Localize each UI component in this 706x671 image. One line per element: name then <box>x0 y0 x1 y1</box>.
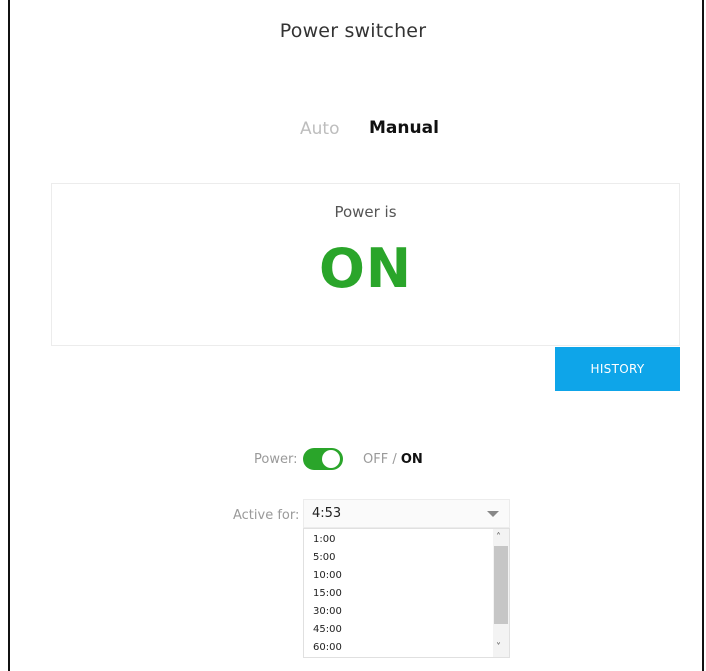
on-text: ON <box>400 452 423 467</box>
active-for-options-list[interactable]: 1:00 5:00 10:00 15:00 30:00 45:00 60:00 <box>303 528 510 658</box>
history-button[interactable]: HISTORY <box>555 347 680 391</box>
options-scrollbar-thumb[interactable] <box>494 546 508 624</box>
state-separator: / <box>388 452 401 467</box>
active-for-label: Active for: <box>233 508 300 523</box>
off-text: OFF <box>363 452 389 467</box>
active-for-value: 4:53 <box>312 506 342 521</box>
power-status-value: ON <box>318 237 413 300</box>
option-2[interactable]: 5:00 <box>313 552 335 563</box>
option-1[interactable]: 1:00 <box>313 534 335 545</box>
power-state-text: OFF / ON <box>363 452 423 467</box>
option-6[interactable]: 45:00 <box>313 624 342 635</box>
option-7[interactable]: 60:00 <box>313 642 342 653</box>
mode-manual-tab[interactable]: Manual <box>369 118 439 138</box>
option-5[interactable]: 30:00 <box>313 606 342 617</box>
chevron-up-icon[interactable]: ˄ <box>496 532 501 543</box>
option-4[interactable]: 15:00 <box>313 588 342 599</box>
power-toggle-knob <box>322 450 340 468</box>
option-3[interactable]: 10:00 <box>313 570 342 581</box>
page-title: Power switcher <box>279 20 427 42</box>
chevron-down-icon[interactable] <box>487 511 499 517</box>
power-label: Power: <box>254 452 298 467</box>
mode-auto-tab[interactable]: Auto <box>300 119 339 139</box>
power-status-label: Power is <box>334 203 397 221</box>
chevron-down-icon[interactable]: ˅ <box>496 642 501 653</box>
